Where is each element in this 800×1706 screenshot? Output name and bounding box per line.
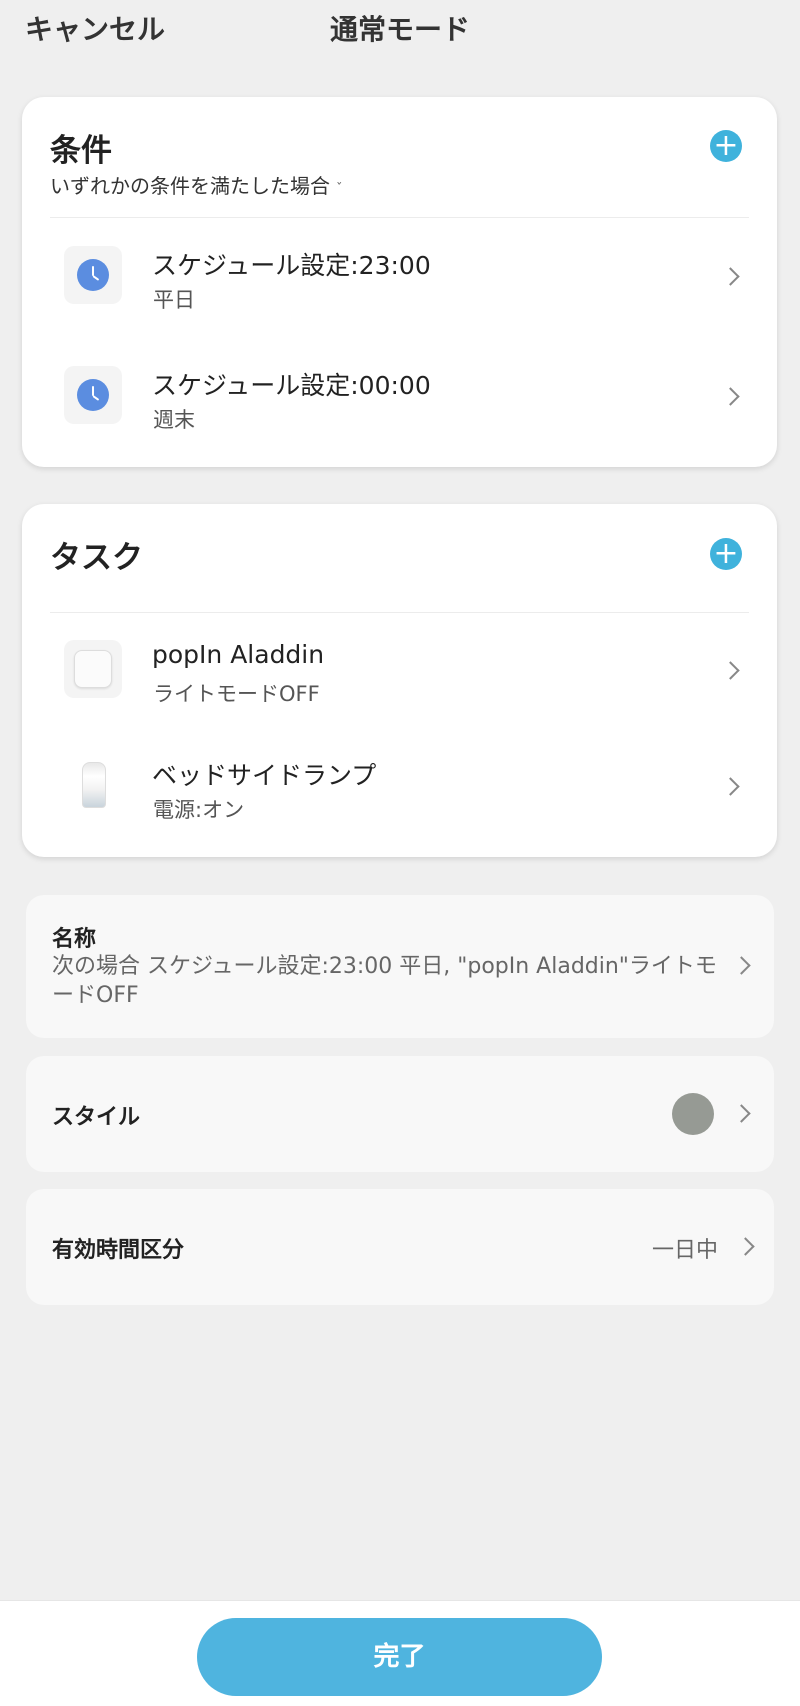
conditions-title: 条件 <box>50 133 112 169</box>
condition-detail: 週末 <box>153 408 195 432</box>
name-setting-row[interactable]: 名称 次の場合 スケジュール設定:23:00 平日, "popIn Aladdi… <box>26 895 774 1038</box>
page-title: 通常モード <box>330 13 471 46</box>
chevron-right-icon <box>721 387 740 406</box>
plus-icon: + <box>713 128 739 163</box>
name-value: 次の場合 スケジュール設定:23:00 平日, "popIn Aladdin"ラ… <box>52 954 717 1008</box>
bottom-bar: 完了 <box>0 1600 800 1706</box>
task-label: popIn Aladdin <box>152 640 325 669</box>
style-setting-row[interactable]: スタイル <box>26 1056 774 1172</box>
name-label: 名称 <box>52 927 97 952</box>
task-row[interactable]: popIn Aladdin ライトモードOFF <box>22 622 777 732</box>
chevron-right-icon <box>721 661 740 680</box>
clock-icon <box>77 379 109 411</box>
style-label: スタイル <box>52 1105 141 1130</box>
cancel-button[interactable]: キャンセル <box>25 8 165 48</box>
divider <box>50 612 749 613</box>
projector-device-icon <box>74 650 112 688</box>
condition-icon-box <box>64 366 122 424</box>
chevron-right-icon <box>732 1104 751 1123</box>
done-button[interactable]: 完了 <box>197 1618 602 1696</box>
conditions-card: 条件 + いずれかの条件を満たした場合 ˇ スケジュール設定:23:00 平日 ス… <box>22 97 777 467</box>
task-icon-box <box>64 640 122 698</box>
top-bar: キャンセル 通常モード <box>0 0 800 60</box>
condition-row[interactable]: スケジュール設定:23:00 平日 <box>22 228 777 338</box>
condition-detail: 平日 <box>153 288 195 312</box>
condition-match-label: いずれかの条件を満たした場合 <box>50 174 330 198</box>
task-detail: ライトモードOFF <box>153 682 320 706</box>
add-condition-button[interactable]: + <box>710 130 742 162</box>
chevron-right-icon <box>721 777 740 796</box>
chevron-right-icon <box>732 956 751 975</box>
divider <box>50 217 749 218</box>
task-detail: 電源:オン <box>153 798 245 822</box>
style-color-swatch <box>672 1093 714 1135</box>
condition-row[interactable]: スケジュール設定:00:00 週末 <box>22 348 777 458</box>
chevron-down-icon: ˇ <box>336 182 343 197</box>
tasks-title: タスク <box>50 540 143 576</box>
tasks-card: タスク + popIn Aladdin ライトモードOFF ベッドサイドランプ … <box>22 504 777 857</box>
chevron-right-icon <box>736 1237 755 1256</box>
task-row[interactable]: ベッドサイドランプ 電源:オン <box>22 738 777 848</box>
lamp-device-icon <box>82 762 106 808</box>
chevron-right-icon <box>721 267 740 286</box>
condition-label: スケジュール設定:23:00 <box>152 251 431 280</box>
add-task-button[interactable]: + <box>710 538 742 570</box>
clock-icon <box>77 259 109 291</box>
plus-icon: + <box>713 536 739 571</box>
valid-time-setting-row[interactable]: 有効時間区分 一日中 <box>26 1189 774 1305</box>
condition-match-selector[interactable]: いずれかの条件を満たした場合 ˇ <box>50 170 343 199</box>
condition-label: スケジュール設定:00:00 <box>152 371 431 400</box>
valid-time-value: 一日中 <box>651 1238 718 1263</box>
task-label: ベッドサイドランプ <box>152 761 377 790</box>
condition-icon-box <box>64 246 122 304</box>
valid-time-label: 有効時間区分 <box>52 1238 185 1263</box>
task-icon-box <box>64 756 122 814</box>
